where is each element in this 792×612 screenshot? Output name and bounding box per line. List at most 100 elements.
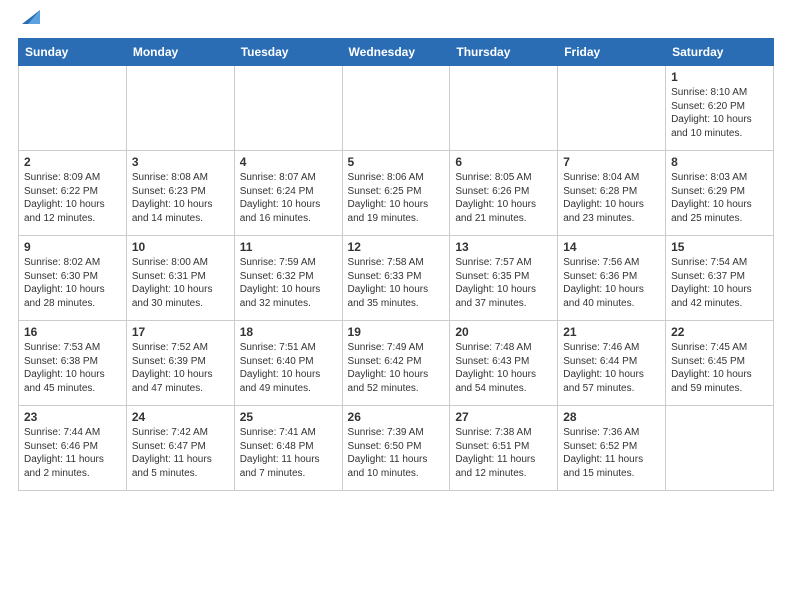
calendar-cell: [126, 66, 234, 151]
calendar-cell: 5 Sunrise: 8:06 AM Sunset: 6:25 PM Daylig…: [342, 151, 450, 236]
day-number: 14: [563, 240, 660, 254]
day-info: Sunrise: 8:10 AM Sunset: 6:20 PM Dayligh…: [671, 86, 768, 140]
calendar-cell: 8 Sunrise: 8:03 AM Sunset: 6:29 PM Daylig…: [666, 151, 774, 236]
day-info: Sunrise: 8:09 AM Sunset: 6:22 PM Dayligh…: [24, 171, 121, 225]
day-number: 1: [671, 70, 768, 84]
day-number: 17: [132, 325, 229, 339]
week-row-5: 23 Sunrise: 7:44 AM Sunset: 6:46 PM Dayli…: [19, 406, 774, 491]
calendar-cell: [450, 66, 558, 151]
calendar-cell: 21 Sunrise: 7:46 AM Sunset: 6:44 PM Dayli…: [558, 321, 666, 406]
day-info: Sunrise: 7:52 AM Sunset: 6:39 PM Dayligh…: [132, 341, 229, 395]
logo: [18, 18, 42, 28]
calendar-cell: 12 Sunrise: 7:58 AM Sunset: 6:33 PM Dayli…: [342, 236, 450, 321]
day-info: Sunrise: 8:07 AM Sunset: 6:24 PM Dayligh…: [240, 171, 337, 225]
day-info: Sunrise: 8:08 AM Sunset: 6:23 PM Dayligh…: [132, 171, 229, 225]
day-info: Sunrise: 7:59 AM Sunset: 6:32 PM Dayligh…: [240, 256, 337, 310]
day-number: 28: [563, 410, 660, 424]
day-number: 8: [671, 155, 768, 169]
calendar-cell: 20Sunrise: 7:48 AM Sunset: 6:43 PM Dayli…: [450, 321, 558, 406]
day-info: Sunrise: 7:53 AM Sunset: 6:38 PM Dayligh…: [24, 341, 121, 395]
day-number: 21: [563, 325, 660, 339]
calendar-cell: [342, 66, 450, 151]
day-number: 6: [455, 155, 552, 169]
calendar: SundayMondayTuesdayWednesdayThursdayFrid…: [18, 38, 774, 491]
calendar-cell: 11 Sunrise: 7:59 AM Sunset: 6:32 PM Dayli…: [234, 236, 342, 321]
day-info: Sunrise: 7:57 AM Sunset: 6:35 PM Dayligh…: [455, 256, 552, 310]
week-row-3: 9 Sunrise: 8:02 AM Sunset: 6:30 PM Daylig…: [19, 236, 774, 321]
calendar-cell: 24 Sunrise: 7:42 AM Sunset: 6:47 PM Dayli…: [126, 406, 234, 491]
weekday-tuesday: Tuesday: [234, 39, 342, 66]
day-number: 13: [455, 240, 552, 254]
calendar-cell: 10 Sunrise: 8:00 AM Sunset: 6:31 PM Dayli…: [126, 236, 234, 321]
day-info: Sunrise: 7:56 AM Sunset: 6:36 PM Dayligh…: [563, 256, 660, 310]
week-row-4: 16 Sunrise: 7:53 AM Sunset: 6:38 PM Dayli…: [19, 321, 774, 406]
weekday-header-row: SundayMondayTuesdayWednesdayThursdayFrid…: [19, 39, 774, 66]
calendar-cell: 16 Sunrise: 7:53 AM Sunset: 6:38 PM Dayli…: [19, 321, 127, 406]
day-number: 11: [240, 240, 337, 254]
page: SundayMondayTuesdayWednesdayThursdayFrid…: [0, 0, 792, 509]
day-info: Sunrise: 7:44 AM Sunset: 6:46 PM Dayligh…: [24, 426, 121, 480]
day-info: Sunrise: 8:00 AM Sunset: 6:31 PM Dayligh…: [132, 256, 229, 310]
calendar-cell: 18Sunrise: 7:51 AM Sunset: 6:40 PM Dayli…: [234, 321, 342, 406]
day-number: 18: [240, 325, 337, 339]
day-number: 9: [24, 240, 121, 254]
calendar-cell: 23 Sunrise: 7:44 AM Sunset: 6:46 PM Dayli…: [19, 406, 127, 491]
calendar-cell: 1 Sunrise: 8:10 AM Sunset: 6:20 PM Daylig…: [666, 66, 774, 151]
day-info: Sunrise: 7:48 AM Sunset: 6:43 PM Dayligh…: [455, 341, 552, 395]
weekday-saturday: Saturday: [666, 39, 774, 66]
calendar-cell: 26 Sunrise: 7:39 AM Sunset: 6:50 PM Dayli…: [342, 406, 450, 491]
day-info: Sunrise: 7:39 AM Sunset: 6:50 PM Dayligh…: [348, 426, 445, 480]
calendar-cell: 17 Sunrise: 7:52 AM Sunset: 6:39 PM Dayli…: [126, 321, 234, 406]
weekday-sunday: Sunday: [19, 39, 127, 66]
day-info: Sunrise: 8:04 AM Sunset: 6:28 PM Dayligh…: [563, 171, 660, 225]
day-number: 27: [455, 410, 552, 424]
calendar-header: SundayMondayTuesdayWednesdayThursdayFrid…: [19, 39, 774, 66]
calendar-cell: [666, 406, 774, 491]
calendar-cell: 19 Sunrise: 7:49 AM Sunset: 6:42 PM Dayli…: [342, 321, 450, 406]
calendar-cell: 15 Sunrise: 7:54 AM Sunset: 6:37 PM Dayli…: [666, 236, 774, 321]
day-number: 12: [348, 240, 445, 254]
calendar-cell: 27 Sunrise: 7:38 AM Sunset: 6:51 PM Dayli…: [450, 406, 558, 491]
day-info: Sunrise: 8:03 AM Sunset: 6:29 PM Dayligh…: [671, 171, 768, 225]
calendar-cell: 4Sunrise: 8:07 AM Sunset: 6:24 PM Daylig…: [234, 151, 342, 236]
calendar-cell: 13 Sunrise: 7:57 AM Sunset: 6:35 PM Dayli…: [450, 236, 558, 321]
day-number: 26: [348, 410, 445, 424]
day-info: Sunrise: 8:02 AM Sunset: 6:30 PM Dayligh…: [24, 256, 121, 310]
day-info: Sunrise: 7:54 AM Sunset: 6:37 PM Dayligh…: [671, 256, 768, 310]
day-number: 16: [24, 325, 121, 339]
calendar-body: 1 Sunrise: 8:10 AM Sunset: 6:20 PM Daylig…: [19, 66, 774, 491]
day-info: Sunrise: 7:58 AM Sunset: 6:33 PM Dayligh…: [348, 256, 445, 310]
header: [18, 18, 774, 28]
day-number: 10: [132, 240, 229, 254]
weekday-thursday: Thursday: [450, 39, 558, 66]
calendar-cell: 28Sunrise: 7:36 AM Sunset: 6:52 PM Dayli…: [558, 406, 666, 491]
day-number: 19: [348, 325, 445, 339]
calendar-cell: [19, 66, 127, 151]
day-number: 5: [348, 155, 445, 169]
calendar-cell: [558, 66, 666, 151]
day-info: Sunrise: 7:42 AM Sunset: 6:47 PM Dayligh…: [132, 426, 229, 480]
day-info: Sunrise: 7:41 AM Sunset: 6:48 PM Dayligh…: [240, 426, 337, 480]
day-number: 24: [132, 410, 229, 424]
week-row-2: 2Sunrise: 8:09 AM Sunset: 6:22 PM Daylig…: [19, 151, 774, 236]
day-info: Sunrise: 7:38 AM Sunset: 6:51 PM Dayligh…: [455, 426, 552, 480]
day-number: 15: [671, 240, 768, 254]
calendar-cell: 7Sunrise: 8:04 AM Sunset: 6:28 PM Daylig…: [558, 151, 666, 236]
logo-icon: [20, 6, 42, 28]
calendar-cell: 9 Sunrise: 8:02 AM Sunset: 6:30 PM Daylig…: [19, 236, 127, 321]
day-number: 23: [24, 410, 121, 424]
calendar-cell: 2Sunrise: 8:09 AM Sunset: 6:22 PM Daylig…: [19, 151, 127, 236]
day-number: 22: [671, 325, 768, 339]
calendar-cell: 22Sunrise: 7:45 AM Sunset: 6:45 PM Dayli…: [666, 321, 774, 406]
day-info: Sunrise: 8:05 AM Sunset: 6:26 PM Dayligh…: [455, 171, 552, 225]
day-number: 3: [132, 155, 229, 169]
calendar-cell: 25Sunrise: 7:41 AM Sunset: 6:48 PM Dayli…: [234, 406, 342, 491]
day-info: Sunrise: 7:49 AM Sunset: 6:42 PM Dayligh…: [348, 341, 445, 395]
calendar-cell: 14 Sunrise: 7:56 AM Sunset: 6:36 PM Dayli…: [558, 236, 666, 321]
day-info: Sunrise: 8:06 AM Sunset: 6:25 PM Dayligh…: [348, 171, 445, 225]
week-row-1: 1 Sunrise: 8:10 AM Sunset: 6:20 PM Daylig…: [19, 66, 774, 151]
weekday-monday: Monday: [126, 39, 234, 66]
calendar-cell: 3 Sunrise: 8:08 AM Sunset: 6:23 PM Daylig…: [126, 151, 234, 236]
weekday-wednesday: Wednesday: [342, 39, 450, 66]
day-info: Sunrise: 7:46 AM Sunset: 6:44 PM Dayligh…: [563, 341, 660, 395]
